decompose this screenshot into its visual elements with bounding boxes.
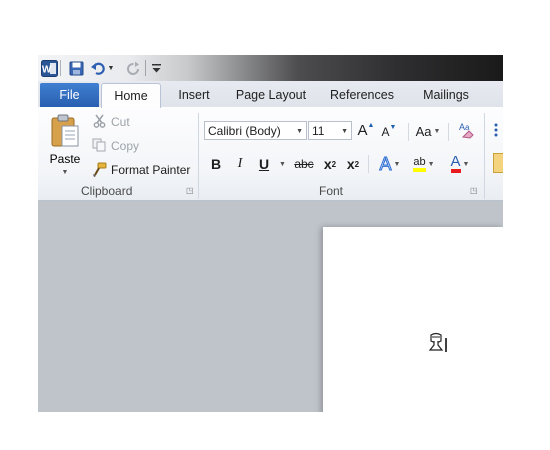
shrink-font-button[interactable]: A ▼	[380, 122, 398, 142]
highlight-button[interactable]: ab ▼	[410, 154, 438, 174]
shrink-font-icon: A	[381, 125, 390, 139]
italic-button[interactable]: I	[232, 154, 248, 174]
chevron-down-icon: ▼	[393, 160, 401, 168]
subscript-button[interactable]: x2	[322, 154, 338, 174]
bullets-icon[interactable]	[493, 122, 503, 138]
superscript-base: x	[346, 156, 355, 172]
divider	[448, 123, 449, 141]
bold-button[interactable]: B	[208, 154, 224, 174]
word-window: W ▼ File Home Insert Page Layout Referen…	[38, 55, 503, 412]
customize-qat-icon[interactable]	[150, 58, 162, 78]
redo-icon[interactable]	[125, 58, 141, 78]
clipboard-group-label: Clipboard	[81, 184, 133, 198]
copy-icon	[92, 137, 106, 153]
group-separator	[484, 113, 485, 199]
chevron-down-icon[interactable]: ▼	[296, 128, 303, 135]
font-color-button[interactable]: A ▼	[446, 154, 474, 174]
divider	[368, 155, 369, 173]
paste-icon[interactable]	[48, 113, 82, 149]
superscript-button[interactable]: x2	[345, 154, 361, 174]
clipboard-dialog-launcher-icon[interactable]: ◳	[186, 187, 194, 195]
paste-dropdown-icon[interactable]: ▼	[60, 168, 70, 176]
paragraph-shading-icon[interactable]	[493, 153, 503, 173]
word-logo-icon[interactable]: W	[40, 58, 58, 78]
ribbon-tabs: File Home Insert Page Layout References …	[38, 81, 503, 108]
font-name-value: Calibri (Body)	[208, 123, 281, 138]
font-dialog-launcher-icon[interactable]: ◳	[470, 187, 478, 195]
undo-icon[interactable]	[89, 58, 105, 78]
tab-file[interactable]: File	[40, 83, 99, 107]
group-separator	[198, 113, 199, 199]
tab-home[interactable]: Home	[101, 83, 161, 108]
cursor-icon	[427, 332, 447, 354]
tab-mailings[interactable]: Mailings	[414, 84, 478, 106]
paste-button[interactable]: Paste	[44, 151, 86, 167]
subscript-base: x	[323, 156, 332, 172]
undo-dropdown-icon[interactable]: ▼	[107, 58, 115, 78]
svg-text:W: W	[41, 64, 51, 75]
caret-up-icon: ▲	[367, 122, 375, 129]
qat-divider	[60, 60, 61, 76]
copy-button[interactable]: Copy	[111, 139, 139, 153]
chevron-down-icon[interactable]: ▼	[341, 128, 348, 135]
font-size-value: 11	[312, 123, 325, 138]
grow-font-icon: A	[357, 121, 368, 139]
chevron-down-icon: ▼	[462, 160, 470, 168]
format-painter-button[interactable]: Format Painter	[111, 163, 190, 177]
change-case-icon: Aa	[415, 123, 432, 139]
chevron-down-icon[interactable]: ▼	[278, 154, 287, 174]
chevron-down-icon: ▼	[433, 127, 441, 135]
font-size-combo[interactable]: 11 ▼	[308, 121, 352, 140]
caret-down-icon: ▼	[389, 124, 397, 131]
highlight-icon: ab	[413, 156, 426, 172]
chevron-down-icon: ▼	[427, 160, 435, 168]
grow-font-button[interactable]: A ▲	[357, 120, 375, 140]
cut-button[interactable]: Cut	[111, 115, 130, 129]
superscript-index: 2	[354, 159, 360, 169]
text-effects-button[interactable]: A ▼	[376, 153, 404, 174]
strikethrough-button[interactable]: abc	[292, 154, 316, 174]
document-page[interactable]	[323, 227, 503, 412]
scissors-icon	[92, 113, 106, 129]
qat-divider	[145, 60, 146, 76]
tab-insert[interactable]: Insert	[168, 84, 220, 106]
title-bar: W ▼	[38, 55, 503, 81]
document-workspace[interactable]	[38, 201, 503, 412]
text-effects-icon: A	[379, 153, 392, 174]
tab-references[interactable]: References	[324, 84, 400, 106]
underline-button[interactable]: U	[257, 154, 271, 174]
tab-page-layout[interactable]: Page Layout	[230, 84, 312, 106]
save-icon[interactable]	[67, 58, 85, 78]
change-case-button[interactable]: Aa ▼	[414, 121, 442, 141]
subscript-index: 2	[331, 159, 337, 169]
font-color-icon: A	[450, 154, 461, 173]
format-painter-icon	[91, 161, 107, 177]
font-group-label: Font	[319, 184, 344, 198]
clear-formatting-icon[interactable]: A a	[456, 119, 478, 141]
divider	[408, 123, 409, 141]
font-name-combo[interactable]: Calibri (Body) ▼	[204, 121, 307, 140]
